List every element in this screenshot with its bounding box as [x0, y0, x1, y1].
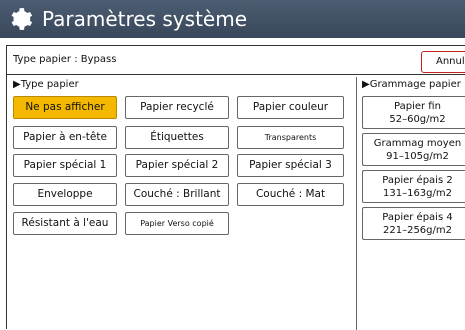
panel-divider	[356, 77, 357, 330]
type-bar-label: Type papier : Bypass	[13, 54, 117, 65]
paper-weight-button-medium[interactable]: Grammag moyen 91–105g/m2	[362, 133, 465, 166]
paper-type-button-water-resistant[interactable]: Résistant à l'eau	[13, 212, 117, 235]
cancel-button[interactable]: Annul	[421, 51, 465, 73]
paper-type-button-labels[interactable]: Étiquettes	[125, 126, 229, 149]
page-title: Paramètres système	[42, 7, 247, 31]
paper-type-button-special-1[interactable]: Papier spécial 1	[13, 154, 117, 177]
paper-type-button-special-2[interactable]: Papier spécial 2	[125, 154, 229, 177]
paper-type-button-envelope[interactable]: Enveloppe	[13, 183, 117, 206]
paper-weight-name: Papier fin	[394, 101, 441, 112]
paper-weight-range: 221–256g/m2	[383, 225, 452, 236]
paper-type-button-color[interactable]: Papier couleur	[237, 96, 344, 119]
paper-type-button-coated-glossy[interactable]: Couché : Brillant	[125, 183, 229, 206]
paper-weight-name: Papier épais 2	[382, 175, 453, 186]
paper-weight-name: Grammag moyen	[373, 138, 462, 149]
paper-type-button-coated-matte[interactable]: Couché : Mat	[237, 183, 344, 206]
paper-weight-range: 131–163g/m2	[383, 188, 452, 199]
gear-icon	[11, 8, 33, 30]
paper-type-button-no-display[interactable]: Ne pas afficher	[13, 96, 117, 119]
paper-type-button-recycled[interactable]: Papier recyclé	[125, 96, 229, 119]
paper-type-heading: ▶Type papier	[13, 79, 79, 90]
paper-weight-heading: ▶Grammage papier	[362, 79, 461, 90]
paper-type-button-special-3[interactable]: Papier spécial 3	[237, 154, 344, 177]
paper-type-button-letterhead[interactable]: Papier à en-tête	[13, 126, 117, 149]
title-bar: Paramètres système	[0, 0, 465, 38]
type-bar: Type papier : Bypass Annul	[7, 46, 465, 75]
paper-type-button-verso-copied[interactable]: Papier Verso copié	[125, 212, 229, 235]
paper-weight-button-thin[interactable]: Papier fin 52–60g/m2	[362, 96, 465, 129]
paper-weight-range: 91–105g/m2	[386, 151, 449, 162]
main-panel: Type papier : Bypass Annul ▶Type papier …	[6, 45, 465, 330]
paper-weight-button-thick-4[interactable]: Papier épais 4 221–256g/m2	[362, 207, 465, 240]
paper-weight-range: 52–60g/m2	[389, 114, 446, 125]
paper-type-button-transparencies[interactable]: Transparents	[237, 126, 344, 149]
paper-weight-button-thick-2[interactable]: Papier épais 2 131–163g/m2	[362, 170, 465, 203]
paper-weight-name: Papier épais 4	[382, 212, 453, 223]
